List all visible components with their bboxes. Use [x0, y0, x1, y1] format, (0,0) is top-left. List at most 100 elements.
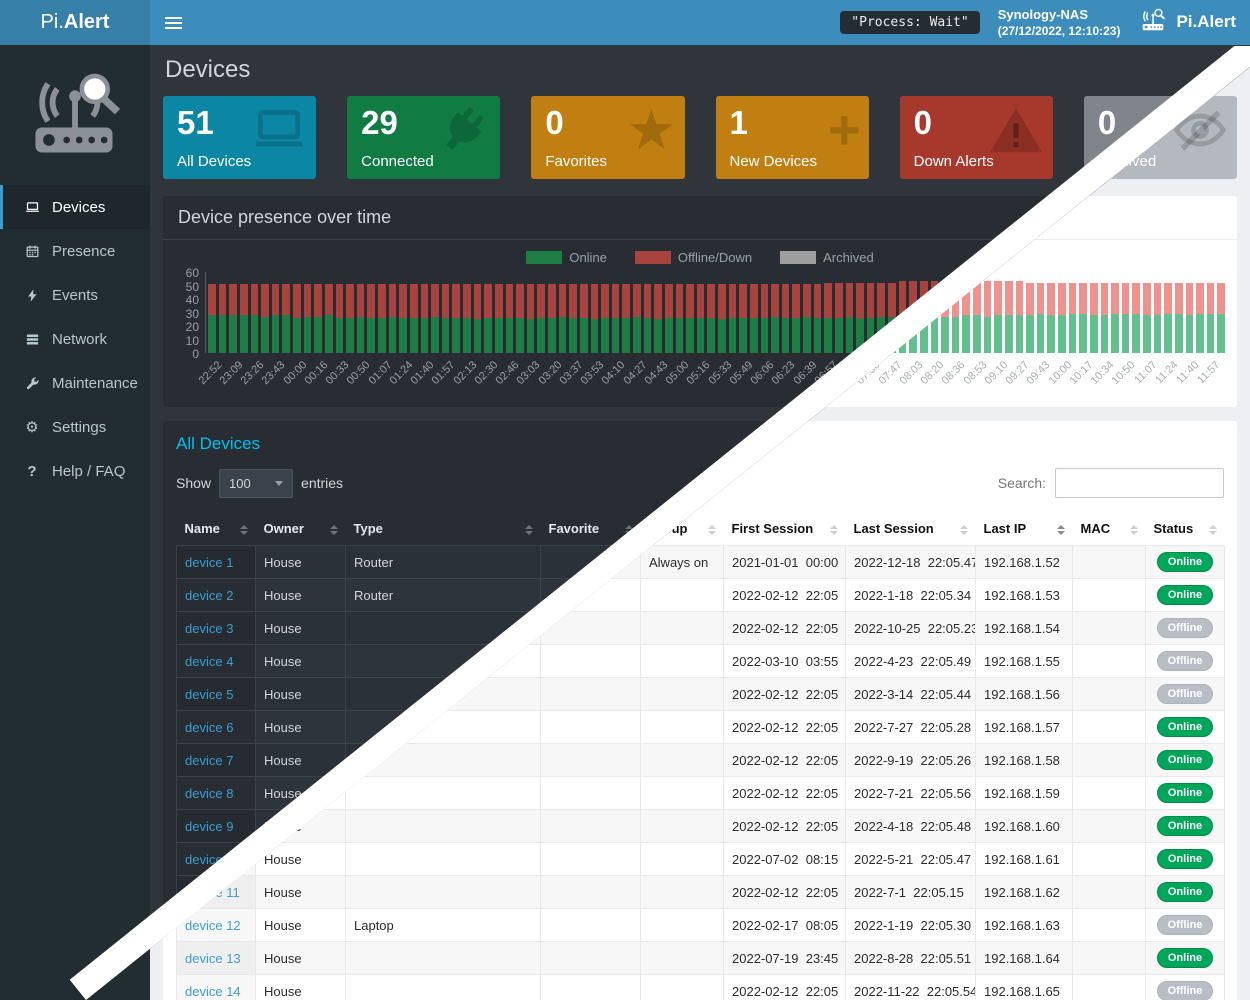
chart-bar[interactable] [888, 283, 896, 353]
chart-bar[interactable] [484, 284, 492, 353]
summary-card-favorites[interactable]: 0★Favorites [531, 96, 684, 179]
chart-bar[interactable] [378, 284, 386, 353]
chart-bar[interactable] [1111, 283, 1119, 353]
chart-bar[interactable] [1016, 281, 1024, 353]
search-input[interactable] [1055, 468, 1224, 498]
legend-item-offline-down[interactable]: Offline/Down [635, 250, 752, 265]
chart-bar[interactable] [612, 284, 620, 353]
chart-bar[interactable] [707, 284, 715, 353]
chart-bar[interactable] [994, 281, 1002, 353]
chart-bar[interactable] [803, 284, 811, 353]
entries-select[interactable]: 100 [219, 469, 293, 498]
chart-bar[interactable] [548, 284, 556, 353]
column-header-mac[interactable]: MAC [1073, 512, 1146, 546]
chart-bar[interactable] [814, 284, 822, 353]
device-link[interactable]: device 12 [185, 918, 241, 933]
chart-bar[interactable] [973, 281, 981, 353]
device-link[interactable]: device 2 [185, 588, 233, 603]
device-link[interactable]: device 8 [185, 786, 233, 801]
chart-bar[interactable] [601, 284, 609, 353]
chart-bar[interactable] [304, 284, 312, 353]
chart-bar[interactable] [506, 284, 514, 353]
chart-bar[interactable] [1217, 283, 1225, 353]
chart-bar[interactable] [686, 284, 694, 353]
device-link[interactable]: device 14 [185, 984, 241, 999]
sidebar-toggle-button[interactable] [150, 0, 196, 45]
column-header-favorite[interactable]: Favorite [541, 512, 641, 546]
device-link[interactable]: device 10 [185, 852, 241, 867]
column-header-status[interactable]: Status [1146, 512, 1225, 546]
chart-bar[interactable] [867, 283, 875, 353]
chart-bar[interactable] [846, 283, 854, 353]
chart-bar[interactable] [410, 284, 418, 353]
chart-bar[interactable] [399, 284, 407, 353]
chart-bar[interactable] [272, 284, 280, 353]
chart-bar[interactable] [251, 284, 259, 353]
chart-bar[interactable] [1154, 283, 1162, 353]
chart-bar[interactable] [591, 284, 599, 353]
chart-bar[interactable] [792, 284, 800, 353]
chart-bar[interactable] [569, 284, 577, 353]
chart-bar[interactable] [389, 284, 397, 353]
chart-bar[interactable] [899, 281, 907, 353]
chart-bar[interactable] [1143, 283, 1151, 353]
chart-bar[interactable] [431, 284, 439, 353]
app-logo[interactable]: Pi.Alert [0, 0, 150, 45]
column-header-first-session[interactable]: First Session [724, 512, 846, 546]
chart-bar[interactable] [1037, 283, 1045, 353]
device-link[interactable]: device 13 [185, 951, 241, 966]
chart-bar[interactable] [559, 284, 567, 353]
chart-bar[interactable] [729, 284, 737, 353]
chart-bar[interactable] [1101, 283, 1109, 353]
chart-bar[interactable] [1132, 283, 1140, 353]
chart-bar[interactable] [771, 284, 779, 353]
chart-bar[interactable] [261, 284, 269, 353]
legend-item-archived[interactable]: Archived [780, 250, 874, 265]
chart-bar[interactable] [1186, 283, 1194, 353]
chart-bar[interactable] [1079, 283, 1087, 353]
chart-bar[interactable] [824, 283, 832, 353]
column-header-last-ip[interactable]: Last IP [976, 512, 1073, 546]
chart-bar[interactable] [1026, 283, 1034, 353]
chart-bar[interactable] [835, 283, 843, 353]
column-header-type[interactable]: Type [346, 512, 541, 546]
device-link[interactable]: device 5 [185, 687, 233, 702]
chart-bar[interactable] [282, 284, 290, 353]
chart-bar[interactable] [1175, 283, 1183, 353]
sidebar-item-settings[interactable]: ⚙Settings [0, 405, 150, 449]
chart-bar[interactable] [665, 284, 673, 353]
chart-bar[interactable] [676, 284, 684, 353]
chart-bar[interactable] [1122, 283, 1130, 353]
chart-bar[interactable] [325, 284, 333, 353]
column-header-owner[interactable]: Owner [256, 512, 346, 546]
chart-bar[interactable] [1164, 283, 1172, 353]
sidebar-item-maintenance[interactable]: Maintenance [0, 361, 150, 405]
chart-bar[interactable] [537, 284, 545, 353]
chart-bar[interactable] [877, 283, 885, 353]
sidebar-item-network[interactable]: Network [0, 317, 150, 361]
column-header-last-session[interactable]: Last Session [846, 512, 976, 546]
chart-bar[interactable] [527, 284, 535, 353]
device-link[interactable]: device 7 [185, 753, 233, 768]
chart-bar[interactable] [1058, 283, 1066, 353]
sidebar-item-devices[interactable]: Devices [0, 185, 150, 229]
chart-bar[interactable] [314, 284, 322, 353]
sidebar-item-help-faq[interactable]: ?Help / FAQ [0, 449, 150, 493]
legend-item-online[interactable]: Online [526, 250, 607, 265]
chart-bar[interactable] [219, 284, 227, 353]
chart-bar[interactable] [240, 284, 248, 353]
sidebar-item-events[interactable]: Events [0, 273, 150, 317]
chart-bar[interactable] [580, 284, 588, 353]
chart-bar[interactable] [633, 284, 641, 353]
chart-bar[interactable] [739, 284, 747, 353]
column-header-name[interactable]: Name [177, 512, 256, 546]
chart-bar[interactable] [1047, 283, 1055, 353]
chart-bar[interactable] [761, 284, 769, 353]
chart-bar[interactable] [654, 284, 662, 353]
chart-bar[interactable] [367, 284, 375, 353]
device-link[interactable]: device 1 [185, 555, 233, 570]
chart-bar[interactable] [718, 284, 726, 353]
chart-bar[interactable] [516, 284, 524, 353]
summary-card-connected[interactable]: 29Connected [347, 96, 500, 179]
chart-bar[interactable] [463, 284, 471, 353]
